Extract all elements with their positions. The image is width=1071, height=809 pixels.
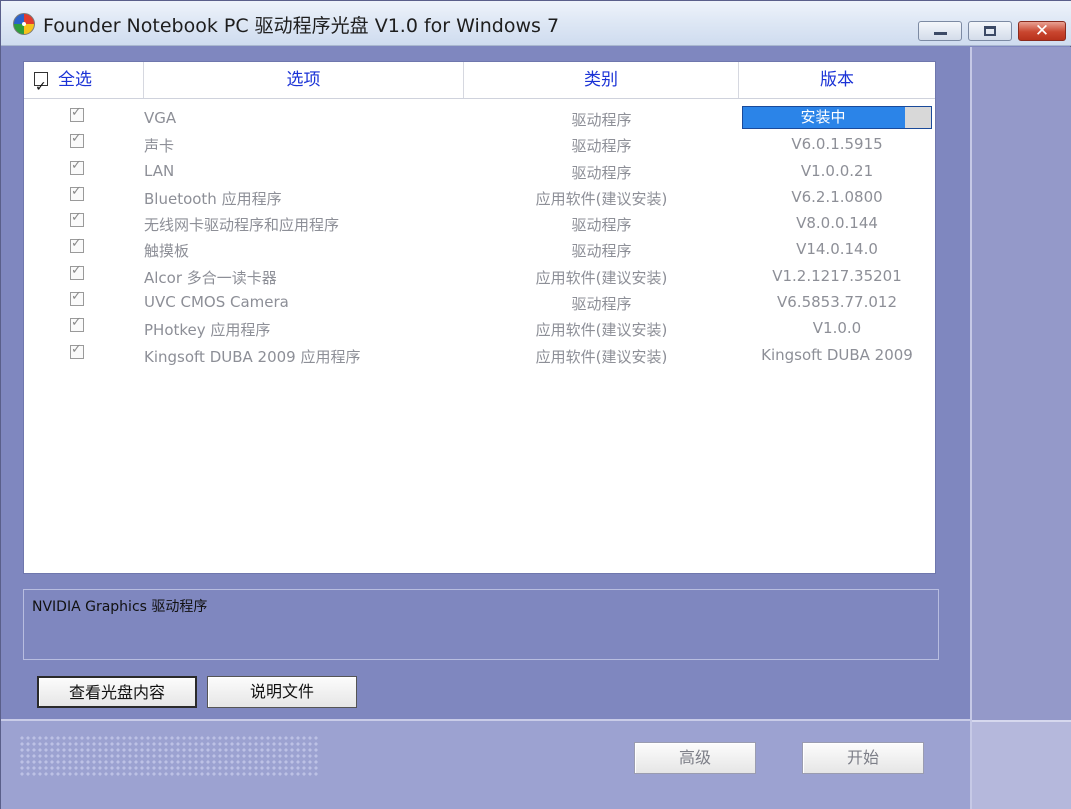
row-checkbox[interactable] <box>70 263 84 280</box>
select-all-header[interactable]: 全选 <box>24 62 144 105</box>
row-checkbox[interactable] <box>70 131 84 149</box>
row-checkbox[interactable] <box>70 158 84 175</box>
row-version: V1.0.0 <box>812 319 862 338</box>
list-row-sound[interactable]: 声卡 驱动程序 V6.0.1.5915 <box>24 131 935 157</box>
row-category: 驱动程序 <box>571 137 632 156</box>
row-category: 应用软件(建议安装) <box>535 347 668 366</box>
installing-label: 安装中 <box>800 108 846 126</box>
close-icon: ✕ <box>1034 21 1050 41</box>
row-category: 驱动程序 <box>571 163 632 182</box>
row-checkbox[interactable] <box>70 315 84 333</box>
minimize-button[interactable] <box>918 21 962 41</box>
row-name: 触摸板 <box>144 242 190 261</box>
list-row-card-reader[interactable]: Alcor 多合一读卡器 应用软件(建议安装) V1.2.1217.35201 <box>24 263 935 289</box>
driver-list: 全选 选项 类别 版本 VGA 驱动程序 安装中 声卡 驱动程序 V6.0.1.… <box>23 61 936 574</box>
start-button[interactable]: 开始 <box>802 742 924 774</box>
row-name: 无线网卡驱动程序和应用程序 <box>144 216 340 235</box>
row-name: LAN <box>144 161 175 180</box>
list-row-camera[interactable]: UVC CMOS Camera 驱动程序 V6.5853.77.012 <box>24 289 935 315</box>
window-title: Founder Notebook PC 驱动程序光盘 V1.0 for Wind… <box>43 15 560 37</box>
list-rows: VGA 驱动程序 安装中 声卡 驱动程序 V6.0.1.5915 LAN 驱动程… <box>24 105 935 368</box>
row-name: Bluetooth 应用程序 <box>144 189 282 208</box>
row-version: Kingsoft DUBA 2009 <box>761 345 913 364</box>
side-panel <box>970 47 1071 809</box>
list-row-bluetooth[interactable]: Bluetooth 应用程序 应用软件(建议安装) V6.2.1.0800 <box>24 184 935 210</box>
row-version: V6.5853.77.012 <box>777 293 897 312</box>
description-box: NVIDIA Graphics 驱动程序 <box>23 589 939 660</box>
list-row-touchpad[interactable]: 触摸板 驱动程序 V14.0.14.0 <box>24 236 935 262</box>
description-text: NVIDIA Graphics 驱动程序 <box>32 599 208 615</box>
minimize-icon <box>934 32 947 35</box>
row-name: PHotkey 应用程序 <box>144 321 271 340</box>
installer-window: Founder Notebook PC 驱动程序光盘 V1.0 for Wind… <box>0 0 1071 809</box>
row-version: V1.0.0.21 <box>800 161 874 180</box>
row-category: 驱动程序 <box>571 242 632 261</box>
category-column-header[interactable]: 类别 <box>464 62 739 98</box>
select-all-checkbox[interactable] <box>34 69 48 105</box>
progress-remainder <box>905 107 931 128</box>
row-version: V14.0.14.0 <box>796 240 878 259</box>
advanced-button[interactable]: 高级 <box>634 742 756 774</box>
list-header: 全选 选项 类别 版本 <box>24 62 935 105</box>
maximize-button[interactable] <box>968 21 1012 41</box>
list-row-lan[interactable]: LAN 驱动程序 V1.0.0.21 <box>24 158 935 184</box>
row-name: UVC CMOS Camera <box>144 293 289 312</box>
close-button[interactable]: ✕ <box>1018 21 1066 41</box>
row-name: Alcor 多合一读卡器 <box>144 268 277 287</box>
row-install-status: 安装中 <box>742 106 932 129</box>
readme-button[interactable]: 说明文件 <box>207 676 357 708</box>
row-category: 驱动程序 <box>571 295 632 314</box>
row-category: 应用软件(建议安装) <box>535 189 668 208</box>
row-checkbox[interactable] <box>70 105 84 122</box>
row-checkbox[interactable] <box>70 210 84 228</box>
title-bar[interactable]: Founder Notebook PC 驱动程序光盘 V1.0 for Wind… <box>1 1 1071 46</box>
row-version: V1.2.1217.35201 <box>772 266 902 285</box>
select-all-label[interactable]: 全选 <box>58 70 92 90</box>
version-column-header[interactable]: 版本 <box>739 62 935 98</box>
row-checkbox[interactable] <box>70 342 84 359</box>
option-column-header[interactable]: 选项 <box>144 62 464 98</box>
row-checkbox[interactable] <box>70 236 84 254</box>
list-row-kingsoft[interactable]: Kingsoft DUBA 2009 应用程序 应用软件(建议安装) Kings… <box>24 342 935 368</box>
row-checkbox[interactable] <box>70 289 84 307</box>
row-name: 声卡 <box>144 137 175 156</box>
view-disc-contents-button[interactable]: 查看光盘内容 <box>37 676 197 708</box>
row-version: V8.0.0.144 <box>796 214 878 233</box>
row-checkbox[interactable] <box>70 184 84 201</box>
maximize-icon <box>984 26 996 36</box>
row-category: 应用软件(建议安装) <box>535 321 668 340</box>
row-name: VGA <box>144 109 177 127</box>
row-category: 应用软件(建议安装) <box>535 268 668 287</box>
list-row-photkey[interactable]: PHotkey 应用程序 应用软件(建议安装) V1.0.0 <box>24 315 935 341</box>
disc-app-icon <box>13 13 35 35</box>
row-category: 驱动程序 <box>571 111 632 129</box>
row-version: V6.0.1.5915 <box>791 135 883 154</box>
dot-pattern-decoration <box>19 735 319 777</box>
list-row-vga[interactable]: VGA 驱动程序 安装中 <box>24 105 935 131</box>
row-category: 驱动程序 <box>571 216 632 235</box>
list-row-wireless[interactable]: 无线网卡驱动程序和应用程序 驱动程序 V8.0.0.144 <box>24 210 935 236</box>
row-name: Kingsoft DUBA 2009 应用程序 <box>144 347 361 366</box>
row-version: V6.2.1.0800 <box>791 187 883 206</box>
